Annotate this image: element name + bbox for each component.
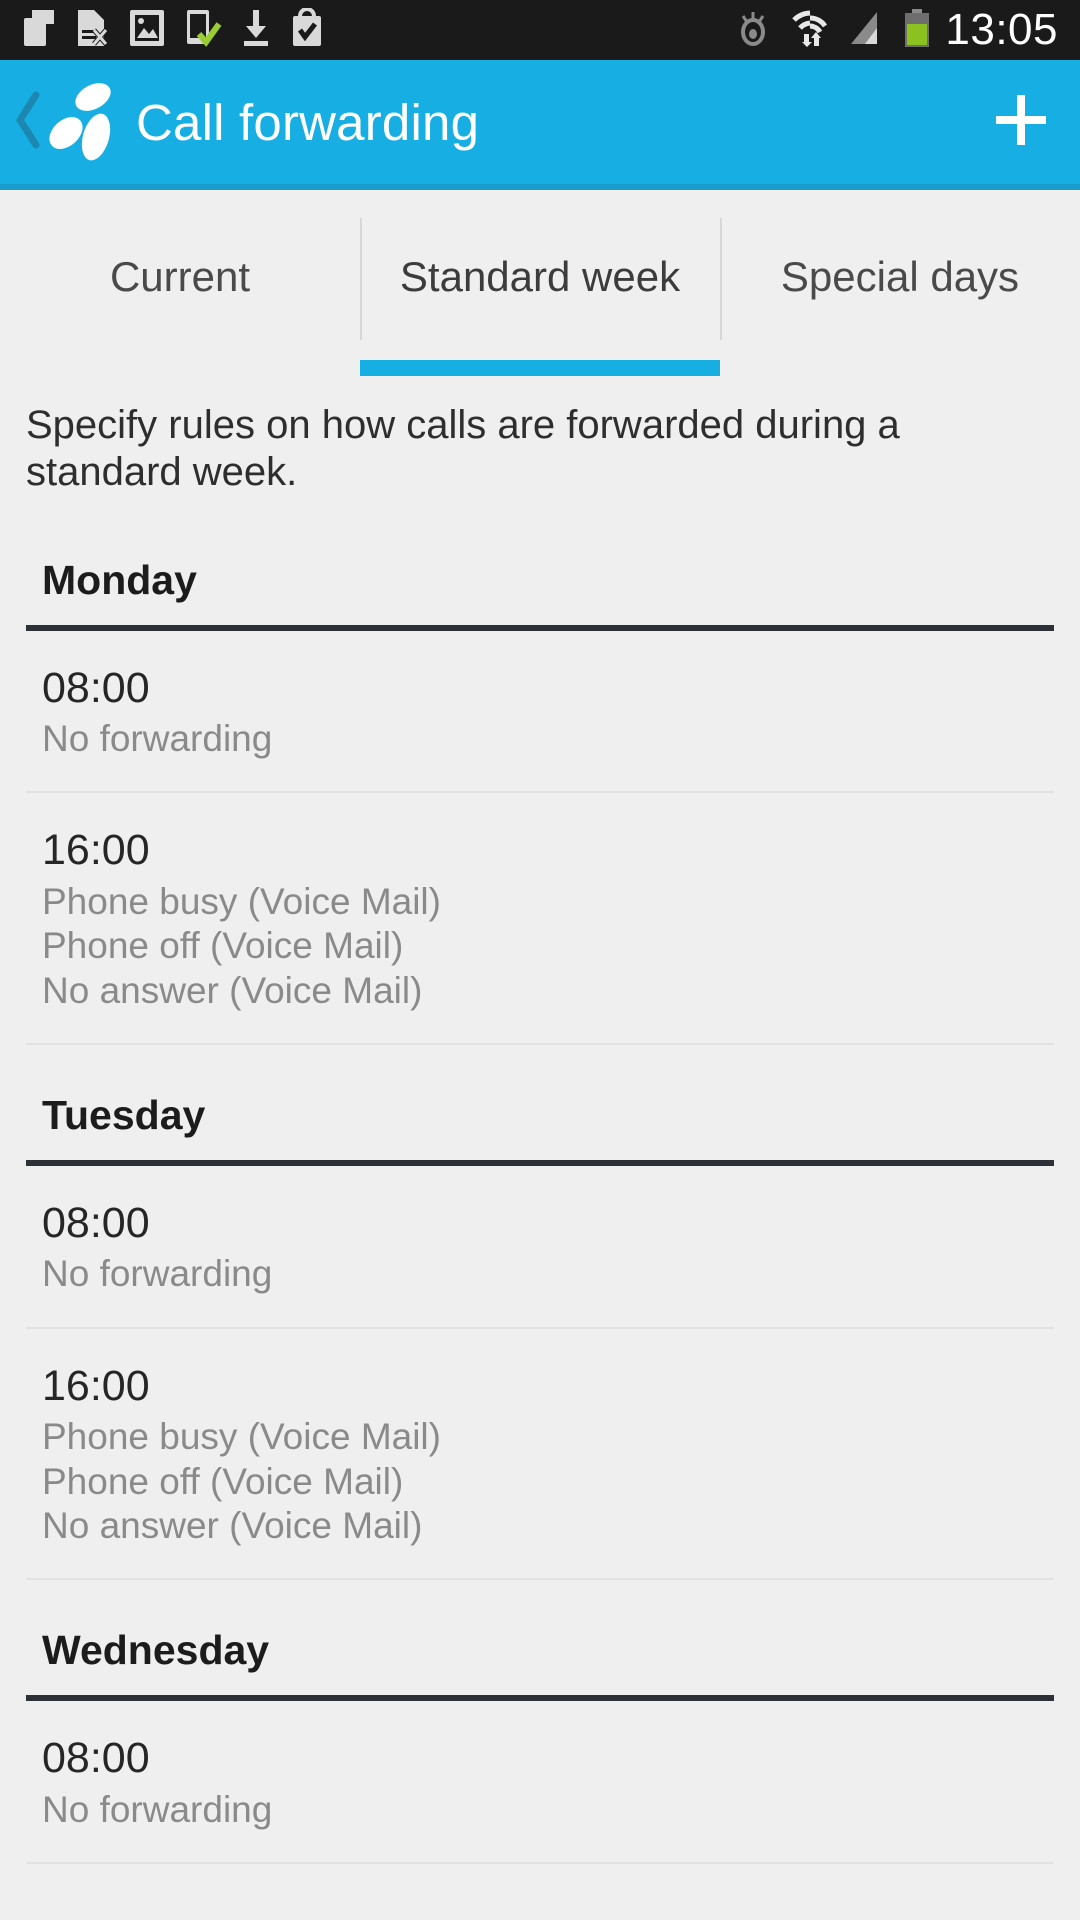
tab-special-days-label: Special days (780, 253, 1020, 300)
entry-time: 16:00 (42, 826, 150, 875)
add-rule-button[interactable] (990, 89, 1052, 156)
schedule-entry[interactable]: 16:00 Phone busy (Voice Mail) Phone off … (26, 793, 1054, 1046)
entry-rule: Phone busy (Voice Mail) (42, 880, 441, 922)
device-check-icon (184, 8, 222, 53)
play-store-bag-check-icon (290, 6, 324, 53)
page-description: Specify rules on how calls are forwarded… (26, 403, 900, 494)
tab-standard-week[interactable]: Standard week (360, 190, 720, 376)
tab-special-days[interactable]: Special days (720, 190, 1080, 376)
entry-rule: No forwarding (42, 718, 273, 760)
schedule-entry[interactable]: 08:00 No forwarding (26, 1166, 1054, 1329)
cellular-signal-icon (847, 8, 887, 53)
battery-icon (903, 8, 931, 53)
download-icon (240, 8, 272, 53)
back-button[interactable] (14, 89, 44, 156)
entry-rule: No answer (Voice Mail) (42, 969, 423, 1011)
entry-time: 08:00 (42, 1199, 150, 1248)
entry-rule: Phone off (Voice Mail) (42, 1460, 404, 1502)
day-header-wednesday: Wednesday (42, 1627, 270, 1674)
schedule-list: Monday 08:00 No forwarding 16:00 Phone b… (0, 496, 1080, 1865)
entry-time: 08:00 (42, 1734, 150, 1783)
tab-bar: Current Standard week Special days (0, 190, 1080, 376)
schedule-entry[interactable]: 08:00 No forwarding (26, 631, 1054, 794)
screenshot-image-icon (128, 8, 166, 53)
day-section-wednesday: Wednesday 08:00 No forwarding (0, 1580, 1080, 1865)
status-bar-clock: 13:05 (945, 5, 1058, 54)
status-bar-right-icons (733, 8, 931, 53)
tab-standard-week-label: Standard week (399, 253, 681, 300)
app-bar-title: Call forwarding (136, 93, 480, 151)
active-tab-indicator (360, 360, 720, 376)
tab-divider-right (720, 218, 722, 340)
tab-current[interactable]: Current (0, 190, 360, 376)
day-section-tuesday: Tuesday 08:00 No forwarding 16:00 Phone … (0, 1045, 1080, 1581)
status-bar: 13:05 (0, 0, 1080, 60)
schedule-entry[interactable]: 08:00 No forwarding (26, 1701, 1054, 1865)
eye-blocked-icon (733, 8, 773, 53)
tab-divider-left (360, 218, 362, 340)
schedule-entry[interactable]: 16:00 Phone busy (Voice Mail) Phone off … (26, 1329, 1054, 1581)
entry-time: 16:00 (42, 1361, 150, 1410)
status-bar-left-icons (22, 6, 324, 53)
entry-rule: No answer (Voice Mail) (42, 1505, 423, 1547)
entry-rule: No forwarding (42, 1788, 273, 1830)
tab-current-label: Current (109, 253, 251, 300)
day-header-tuesday: Tuesday (42, 1092, 206, 1139)
entry-time: 08:00 (42, 663, 150, 712)
entry-rule: Phone busy (Voice Mail) (42, 1416, 441, 1458)
sim-card-icon (22, 8, 56, 53)
wifi-data-transfer-icon (789, 8, 831, 53)
entry-rule: No forwarding (42, 1253, 273, 1295)
day-header-monday: Monday (42, 556, 197, 603)
day-section-monday: Monday 08:00 No forwarding 16:00 Phone b… (0, 510, 1080, 1046)
entry-rule: Phone off (Voice Mail) (42, 925, 404, 967)
sim-card-error-icon (74, 8, 110, 53)
app-bar: Call forwarding (0, 60, 1080, 184)
telenor-propeller-logo (46, 77, 120, 168)
